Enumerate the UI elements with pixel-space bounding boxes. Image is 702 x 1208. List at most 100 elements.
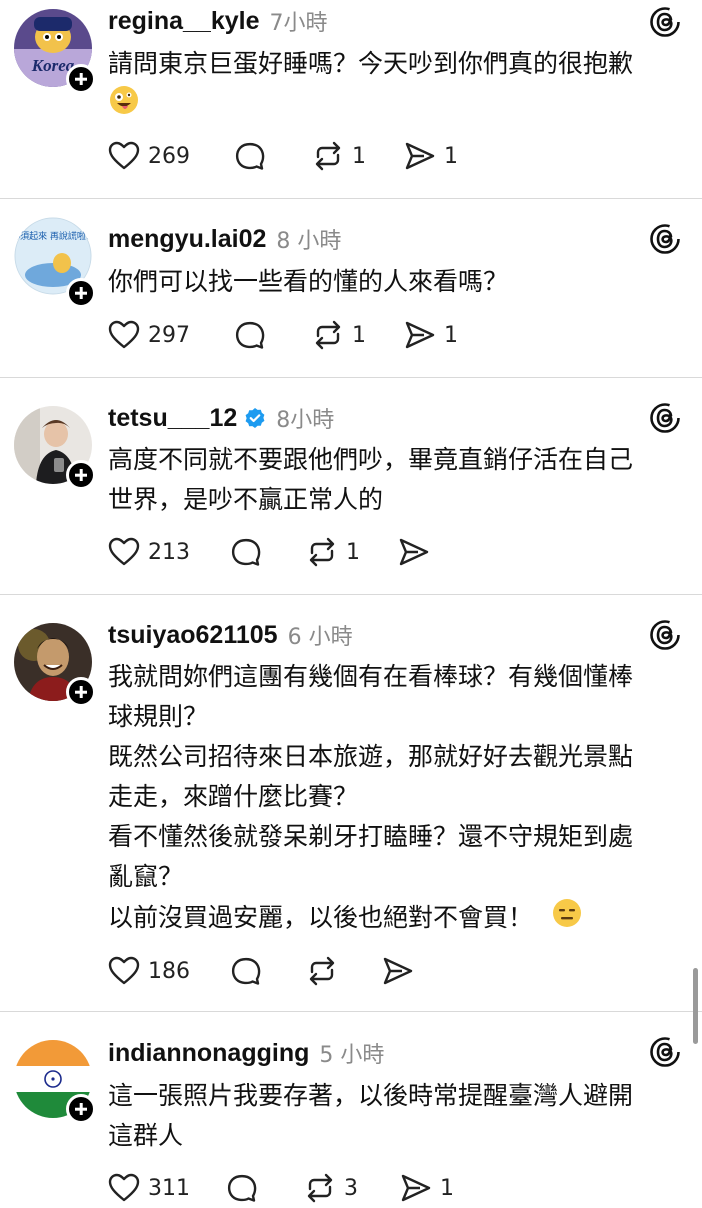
share-button[interactable]: 1 [400, 1168, 454, 1208]
threads-logo-icon[interactable] [649, 223, 681, 255]
post-text-line: 亂竄？ [108, 862, 184, 891]
like-count: 269 [148, 143, 190, 169]
repost-icon [307, 1173, 333, 1203]
post-indiannonagging: indiannonagging 5 小時 這一張照片我要存著，以後時常提醒臺灣人… [0, 1012, 702, 1203]
threads-logo-icon[interactable] [649, 6, 681, 38]
post-text-line: 這一張照片我要存著，以後時常提醒臺灣人避開 [108, 1081, 634, 1110]
post-text-line: 看不懂然後就發呆剃牙打瞌睡？還不守規矩到處 [108, 822, 634, 851]
post-text-line: 以前沒買過安麗，以後也絕對不會買！ [108, 897, 688, 941]
follow-plus-icon[interactable] [66, 1094, 96, 1124]
threads-logo-icon[interactable] [649, 619, 681, 651]
like-count: 297 [148, 322, 190, 348]
post-text-line: 我就問妳們這團有幾個有在看棒球？有幾個懂棒 [108, 662, 634, 691]
like-button[interactable]: 297 [108, 315, 190, 355]
repost-count: 1 [346, 539, 360, 565]
post-tsuiyao621105: tsuiyao621105 6 小時 我就問妳們這團有幾個有在看棒球？有幾個懂棒… [0, 595, 702, 1011]
heart-icon [108, 141, 140, 170]
post-body: 你們可以找一些看的懂的人來看嗎？ [108, 262, 688, 302]
zany-face-emoji [108, 84, 140, 128]
share-icon [399, 538, 429, 566]
repost-icon [315, 320, 341, 350]
repost-button[interactable]: 1 [312, 136, 366, 176]
username[interactable]: mengyu.lai02 [108, 225, 266, 254]
heart-icon [108, 537, 140, 566]
post-text-line: 你們可以找一些看的懂的人來看嗎？ [108, 267, 509, 296]
post-body: 我就問妳們這團有幾個有在看棒球？有幾個懂棒 球規則？ 既然公司招待來日本旅遊，那… [108, 657, 688, 941]
username[interactable]: regina__kyle [108, 7, 260, 36]
repost-count: 3 [344, 1175, 358, 1201]
comment-button[interactable] [230, 951, 262, 991]
scrollbar[interactable] [693, 968, 698, 1044]
share-button[interactable]: 1 [404, 136, 458, 176]
like-button[interactable]: 269 [108, 136, 190, 176]
expressionless-face-emoji [551, 897, 583, 941]
post-text-line: 既然公司招待來日本旅遊，那就好好去觀光景點 [108, 742, 634, 771]
post-header: mengyu.lai02 8 小時 [108, 222, 341, 256]
repost-icon [309, 956, 335, 986]
comment-icon [227, 1174, 257, 1202]
share-icon [383, 957, 413, 985]
post-header: tetsu___12 8小時 [108, 401, 334, 435]
heart-icon [108, 1173, 140, 1202]
post-text-line: 高度不同就不要跟他們吵，畢竟直銷仔活在自己 [108, 445, 634, 474]
like-count: 186 [148, 958, 190, 984]
post-body: 這一張照片我要存著，以後時常提醒臺灣人避開 這群人 [108, 1076, 688, 1156]
comment-icon [231, 538, 261, 566]
repost-button[interactable]: 1 [312, 315, 366, 355]
comment-icon [231, 957, 261, 985]
share-button[interactable] [382, 951, 414, 991]
timestamp: 8小時 [276, 408, 335, 433]
heart-icon [108, 320, 140, 349]
comment-button[interactable] [226, 1168, 258, 1208]
heart-icon [108, 956, 140, 985]
post-text-span: 以前沒買過安麗，以後也絕對不會買！ [108, 903, 534, 932]
like-count: 213 [148, 539, 190, 565]
post-body: 高度不同就不要跟他們吵，畢竟直銷仔活在自己 世界，是吵不贏正常人的 [108, 440, 688, 520]
like-button[interactable]: 213 [108, 532, 190, 572]
post-text-line: 請問東京巨蛋好睡嗎？今天吵到你們真的很抱歉 [108, 49, 634, 78]
timestamp: 5 小時 [319, 1043, 385, 1068]
comment-icon [235, 142, 265, 170]
follow-plus-icon[interactable] [66, 460, 96, 490]
timestamp: 6 小時 [287, 625, 353, 650]
follow-plus-icon[interactable] [66, 278, 96, 308]
username[interactable]: indiannonagging [108, 1039, 309, 1068]
threads-logo-icon[interactable] [649, 402, 681, 434]
post-mengyu-lai02: 必須起來 再說謊啦！ mengyu.lai02 8 小時 你們可以找一些看的懂的… [0, 199, 702, 377]
post-text-line: 球規則？ [108, 702, 209, 731]
post-header: regina__kyle 7小時 [108, 4, 328, 38]
verified-badge-icon [244, 407, 266, 429]
like-button[interactable]: 186 [108, 951, 190, 991]
post-header: indiannonagging 5 小時 [108, 1036, 384, 1070]
repost-button[interactable] [306, 951, 338, 991]
username[interactable]: tsuiyao621105 [108, 621, 278, 650]
username[interactable]: tetsu___12 [108, 404, 237, 433]
like-count: 311 [148, 1175, 190, 1201]
share-button[interactable]: 1 [404, 315, 458, 355]
follow-plus-icon[interactable] [66, 64, 96, 94]
post-body: 請問東京巨蛋好睡嗎？今天吵到你們真的很抱歉 [108, 44, 688, 124]
timestamp: 8 小時 [276, 229, 342, 254]
share-button[interactable] [398, 532, 430, 572]
share-icon [401, 1174, 431, 1202]
share-count: 1 [444, 143, 458, 169]
timestamp: 7小時 [269, 11, 328, 36]
share-count: 1 [444, 322, 458, 348]
post-text-line: 走走，來蹭什麼比賽？ [108, 782, 359, 811]
follow-plus-icon[interactable] [66, 677, 96, 707]
post-text-line: 這群人 [108, 1121, 184, 1150]
repost-button[interactable]: 1 [306, 532, 360, 572]
comment-button[interactable] [234, 315, 266, 355]
repost-count: 1 [352, 322, 366, 348]
like-button[interactable]: 311 [108, 1168, 190, 1208]
repost-icon [315, 141, 341, 171]
repost-count: 1 [352, 143, 366, 169]
share-count: 1 [440, 1175, 454, 1201]
svg-text:必須起來 再說謊啦！: 必須起來 再說謊啦！ [14, 230, 92, 242]
comment-button[interactable] [230, 532, 262, 572]
comment-icon [235, 321, 265, 349]
threads-logo-icon[interactable] [649, 1036, 681, 1068]
comment-button[interactable] [234, 136, 266, 176]
post-tetsu-12: tetsu___12 8小時 高度不同就不要跟他們吵，畢竟直銷仔活在自己 世界，… [0, 378, 702, 594]
repost-button[interactable]: 3 [304, 1168, 358, 1208]
